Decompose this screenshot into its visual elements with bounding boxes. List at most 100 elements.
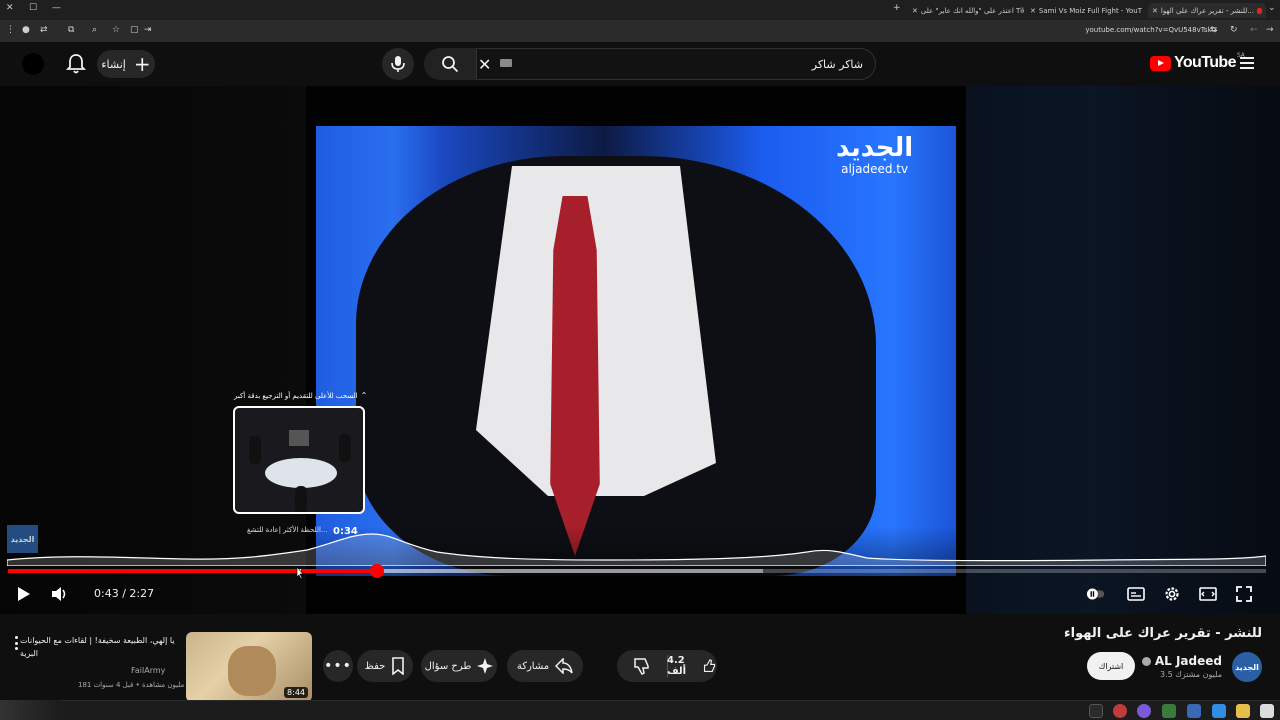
- youtube-favicon-icon: [1257, 7, 1262, 14]
- youtube-logo[interactable]: YouTube SA: [1150, 52, 1247, 72]
- mail-app-icon[interactable]: [1187, 704, 1201, 718]
- time-display: 0:43 / 2:27: [94, 587, 155, 600]
- search-query: شاكر شاكر: [811, 57, 863, 71]
- tab-sami-vs-moiz[interactable]: ✕ Sami Vs Moiz Full Fight - YouT...: [1030, 3, 1142, 18]
- close-window-icon[interactable]: ✕: [6, 3, 14, 13]
- search-input[interactable]: شاكر شاكر: [476, 48, 876, 80]
- tab-close-icon[interactable]: ✕: [1030, 7, 1036, 15]
- precise-seek-hint: السحب للأعلى للتقديم أو الترجيع بدقة أكب…: [234, 391, 367, 400]
- subtitles-button[interactable]: [1126, 584, 1146, 604]
- channel-logo-arabic: الجديد: [836, 133, 914, 163]
- file-explorer-icon[interactable]: [1236, 704, 1250, 718]
- opera-app-icon[interactable]: [1113, 704, 1127, 718]
- more-horizontal-icon: •••: [324, 658, 352, 674]
- like-count: 4.2 ألف: [667, 655, 687, 677]
- recommended-video-menu-icon[interactable]: [13, 636, 19, 650]
- os-taskbar: [0, 700, 1280, 720]
- url-text[interactable]: youtube.com/watch?v=QvU548vTsk0: [1085, 26, 1216, 34]
- like-dislike-group: 4.2 ألف: [617, 650, 717, 682]
- create-button[interactable]: إنشاء +: [97, 50, 155, 78]
- maximize-window-icon[interactable]: ☐: [29, 3, 37, 13]
- subscriber-count: 3.5 مليون مشترك: [1159, 670, 1222, 679]
- tab-close-icon[interactable]: ✕: [1152, 7, 1158, 15]
- recommended-video-duration: 8:44: [284, 687, 308, 698]
- recommended-video-thumbnail[interactable]: 8:44: [186, 632, 312, 702]
- youtube-header: إنشاء + شاكر شاكر ✕ YouTube SA: [0, 42, 1280, 86]
- tab-list-icon[interactable]: ⌄: [1268, 3, 1276, 13]
- puzzle-icon[interactable]: ⇄: [40, 25, 48, 35]
- taskbar-start-area: [0, 700, 60, 720]
- tab-active-video[interactable]: ✕ للنشر - تقرير عراك على الهوا...: [1148, 3, 1266, 18]
- save-button[interactable]: حفظ: [357, 650, 413, 682]
- play-button[interactable]: [13, 584, 33, 604]
- autoplay-toggle-icon: [1086, 588, 1105, 600]
- channel-name-text: AL Jadeed: [1154, 654, 1222, 668]
- ask-question-button[interactable]: طرح سؤال: [421, 650, 497, 682]
- profile-icon[interactable]: ●: [22, 25, 30, 35]
- recommended-video-channel[interactable]: FailArmy: [131, 666, 165, 675]
- browser-address-bar: ⋮ ● ⇄ ⧉ ⌕ ☆ ▢ ⇥ youtube.com/watch?v=QvU5…: [0, 20, 1280, 42]
- browser-app-icon[interactable]: [1137, 704, 1151, 718]
- install-app-icon[interactable]: ▢: [130, 25, 139, 35]
- seek-preview-thumbnail: [233, 406, 365, 514]
- search-icon: [442, 56, 459, 73]
- thumbs-up-icon: [704, 659, 716, 672]
- zoom-icon[interactable]: ⌕: [92, 25, 97, 35]
- fullscreen-button[interactable]: [1234, 584, 1254, 604]
- channel-name[interactable]: AL Jadeed: [1138, 654, 1222, 668]
- bookmark-icon: [392, 657, 405, 675]
- aljadeed-channel-logo: الجديد aljadeed.tv: [836, 134, 913, 176]
- mute-button[interactable]: [50, 584, 70, 604]
- search-box: شاكر شاكر ✕: [424, 48, 876, 80]
- voice-search-button[interactable]: [382, 48, 414, 80]
- chrome-app-icon[interactable]: [1089, 704, 1103, 718]
- clear-search-icon[interactable]: ✕: [478, 55, 491, 74]
- microphone-icon: [391, 56, 405, 72]
- tab-title: اعتذر على "والله انك عاير" على TikTok: [920, 6, 1024, 15]
- sparkle-icon: [477, 658, 494, 674]
- theater-mode-button[interactable]: [1198, 584, 1218, 604]
- share-page-icon[interactable]: ⇥: [144, 25, 152, 35]
- keyboard-icon[interactable]: [500, 59, 512, 67]
- channel-avatar-text: الجديد: [1235, 662, 1259, 672]
- settings-button[interactable]: [1162, 584, 1182, 604]
- hamburger-menu-icon[interactable]: [1240, 57, 1254, 69]
- play-icon: [18, 587, 30, 601]
- media-app-icon[interactable]: [1162, 704, 1176, 718]
- edge-app-icon[interactable]: [1212, 704, 1226, 718]
- forward-icon[interactable]: ←: [1250, 25, 1258, 35]
- progress-scrubber-handle[interactable]: [369, 564, 384, 578]
- reload-icon[interactable]: ↻: [1230, 25, 1238, 35]
- recommended-video-meta: 181 مليون مشاهدة • قبل 4 سنوات: [78, 681, 185, 689]
- extensions-menu-icon[interactable]: ⋮: [6, 25, 15, 35]
- create-label: إنشاء: [101, 57, 126, 71]
- share-button[interactable]: مشاركة: [507, 650, 583, 682]
- notepad-app-icon[interactable]: [1260, 704, 1274, 718]
- search-button[interactable]: [424, 48, 476, 80]
- volume-icon: [52, 587, 66, 601]
- tab-tiktok[interactable]: ✕ اعتذر على "والله انك عاير" على TikTok: [912, 3, 1024, 18]
- subscribe-button[interactable]: اشتراك: [1087, 652, 1135, 680]
- like-button[interactable]: 4.2 ألف: [667, 650, 717, 682]
- back-icon[interactable]: →: [1266, 25, 1274, 35]
- dislike-button[interactable]: [617, 650, 667, 682]
- account-avatar[interactable]: [21, 52, 45, 76]
- video-title: للنشر - تقرير عراك على الهواء: [1064, 626, 1262, 641]
- notifications-bell-icon[interactable]: [65, 53, 87, 75]
- video-player[interactable]: الجديد aljadeed.tv الجديد السحب للأعلى ل…: [0, 86, 1280, 614]
- bookmark-star-icon[interactable]: ☆: [112, 25, 120, 35]
- progress-bar[interactable]: [8, 564, 1266, 578]
- new-tab-icon[interactable]: +: [893, 3, 901, 13]
- copy-icon[interactable]: ⧉: [68, 25, 74, 35]
- save-label: حفظ: [364, 660, 386, 672]
- youtube-wordmark: YouTube: [1174, 54, 1236, 71]
- autoplay-toggle[interactable]: [1086, 584, 1106, 604]
- studio-background: [316, 126, 956, 576]
- tab-close-icon[interactable]: ✕: [912, 7, 918, 15]
- minimize-window-icon[interactable]: —: [52, 3, 61, 13]
- ask-label: طرح سؤال: [424, 660, 472, 672]
- recommended-video-title[interactable]: يا إلهي، الطبيعة سخيفة! | لقاءات مع الحي…: [20, 634, 180, 660]
- channel-avatar[interactable]: الجديد: [1232, 652, 1262, 682]
- site-settings-icon[interactable]: ⇆: [1210, 25, 1218, 35]
- more-actions-button[interactable]: •••: [323, 650, 353, 682]
